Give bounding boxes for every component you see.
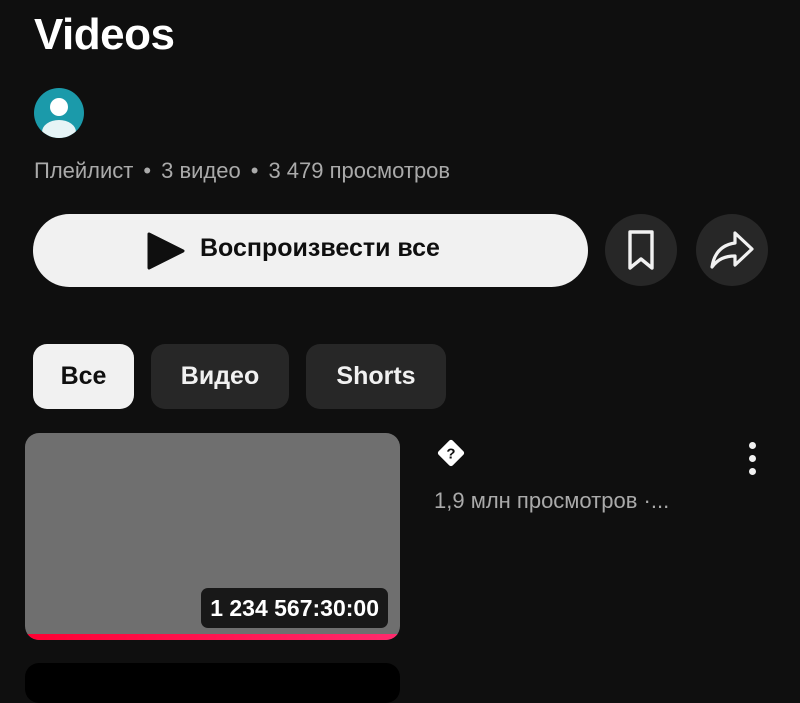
playlist-meta: Плейлист • 3 видео • 3 479 просмотров	[34, 158, 450, 184]
video-views: 1,9 млн просмотров ·...	[434, 488, 670, 513]
menu-dot	[748, 441, 756, 449]
save-playlist-button[interactable]	[605, 214, 677, 286]
chip-shorts[interactable]: Shorts	[306, 344, 446, 409]
menu-dot	[748, 454, 756, 462]
page-title: Videos	[34, 10, 175, 59]
chip-videos[interactable]: Видео	[151, 344, 289, 409]
play-all-button[interactable]: Воспроизвести все	[33, 214, 588, 287]
share-arrow-icon	[710, 231, 754, 269]
menu-dot	[748, 467, 756, 475]
playlist-video-count: 3 видео	[161, 158, 241, 183]
share-button[interactable]	[696, 214, 768, 286]
play-all-label: Воспроизвести все	[200, 234, 440, 262]
playlist-type: Плейлист	[34, 158, 134, 183]
playlist-view-count: 3 479 просмотров	[268, 158, 451, 183]
user-avatar-icon[interactable]	[34, 88, 84, 138]
play-icon	[147, 232, 185, 270]
meta-separator: •	[143, 158, 152, 183]
meta-separator: •	[250, 158, 259, 183]
question-glyph: ?	[446, 446, 455, 463]
unknown-question-icon: ?	[437, 439, 465, 467]
avatar-silhouette	[42, 98, 76, 138]
video-duration: 1 234 567:30:00	[201, 588, 388, 628]
next-video-thumbnail[interactable]	[25, 663, 400, 703]
more-options-icon[interactable]	[730, 436, 774, 480]
video-thumbnail[interactable]: 1 234 567:30:00	[25, 433, 400, 640]
bookmark-icon	[628, 230, 654, 270]
watch-progress-bar	[25, 634, 400, 640]
chip-all[interactable]: Все	[33, 344, 134, 409]
